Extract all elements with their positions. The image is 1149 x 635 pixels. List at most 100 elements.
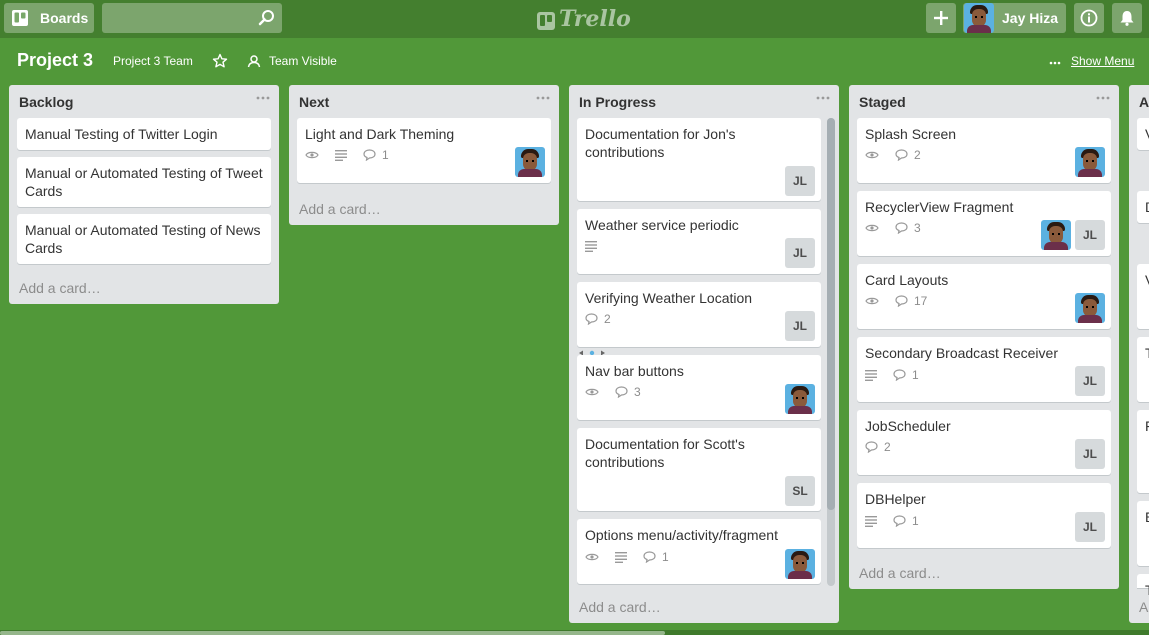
add-card-link[interactable]: Add a card… <box>859 565 941 581</box>
list-scrollbar-thumb[interactable] <box>827 118 835 510</box>
card[interactable]: RecyclerView Fragment 3 JL <box>857 191 1111 256</box>
card-title: Options menu/activity/fragment <box>585 527 778 543</box>
card-title: Manual or Automated Testing of Tweet Car… <box>25 165 263 199</box>
add-button[interactable] <box>926 3 956 33</box>
card[interactable]: Verifying Weather Location 2 JL <box>577 282 821 347</box>
comments-badge: 2 <box>585 312 611 326</box>
card[interactable]: Manual or Automated Testing of Tweet Car… <box>17 157 271 207</box>
member-initials[interactable]: SL <box>785 476 815 506</box>
list-menu-icon[interactable] <box>815 93 831 103</box>
search-box[interactable] <box>102 3 282 33</box>
card[interactable]: Splash Screen 2 <box>857 118 1111 183</box>
list-title[interactable]: Backlog <box>19 94 73 110</box>
star-icon[interactable] <box>212 53 228 69</box>
card-badges: 2 <box>865 148 931 162</box>
search-icon[interactable] <box>258 9 276 27</box>
description-badge <box>615 551 633 563</box>
member-initials[interactable]: JL <box>1075 220 1105 250</box>
card[interactable]: V <box>1137 118 1149 150</box>
boards-button[interactable]: Boards <box>4 3 94 33</box>
description-icon <box>615 552 627 563</box>
eye-icon <box>305 151 319 159</box>
comment-icon <box>893 515 906 527</box>
card[interactable]: DBHelper 1 JL <box>857 483 1111 548</box>
eye-icon <box>585 553 599 561</box>
card-title: Verifying Weather Location <box>585 290 753 306</box>
card[interactable]: T <box>1137 574 1149 598</box>
list-title[interactable]: Staged <box>859 94 906 110</box>
trello-logo[interactable]: Trello <box>537 6 631 32</box>
add-card-link[interactable]: Add a card… <box>299 201 381 217</box>
member-initials[interactable]: JL <box>785 166 815 196</box>
card-title: DBHelper <box>865 491 926 507</box>
card[interactable]: T <box>1137 337 1149 402</box>
card-title: Light and Dark Theming <box>305 126 455 142</box>
card-title: Card Layouts <box>865 272 949 288</box>
member-initials[interactable]: JL <box>1075 512 1105 542</box>
add-card-link[interactable]: A <box>1139 599 1148 615</box>
info-button[interactable] <box>1074 3 1104 33</box>
visibility-label: Team Visible <box>269 54 337 68</box>
card[interactable]: Manual or Automated Testing of News Card… <box>17 214 271 264</box>
list-menu-icon[interactable] <box>1095 93 1111 103</box>
card[interactable]: Documentation for Jon's contributions JL <box>577 118 821 201</box>
comments-badge: 1 <box>893 368 919 382</box>
member-initials[interactable]: JL <box>785 311 815 341</box>
comments-badge: 3 <box>615 385 641 399</box>
member-avatar[interactable] <box>1075 293 1105 323</box>
board-scrollbar-thumb[interactable] <box>0 631 665 635</box>
card[interactable]: D <box>1137 191 1149 223</box>
list-scrollbar[interactable] <box>827 118 835 586</box>
list-title[interactable]: A <box>1139 94 1149 110</box>
comment-icon <box>895 149 908 161</box>
board-title[interactable]: Project 3 <box>17 50 93 71</box>
card-badges: 2 <box>585 312 621 326</box>
member-initials[interactable]: JL <box>1075 366 1105 396</box>
description-badge <box>865 515 883 527</box>
card[interactable]: Options menu/activity/fragment 1 <box>577 519 821 584</box>
search-input[interactable] <box>102 3 252 33</box>
notifications-button[interactable] <box>1112 3 1142 33</box>
watch-badge <box>865 150 885 160</box>
member-initials[interactable]: JL <box>1075 439 1105 469</box>
card[interactable]: Manual Testing of Twitter Login <box>17 118 271 150</box>
card[interactable]: Nav bar buttons 3 <box>577 355 821 420</box>
visibility-button[interactable]: Team Visible <box>247 54 337 68</box>
comments-badge: 2 <box>895 148 921 162</box>
member-avatar[interactable] <box>1075 147 1105 177</box>
comment-icon <box>615 386 628 398</box>
member-avatar[interactable] <box>785 384 815 414</box>
member-initials[interactable]: JL <box>785 238 815 268</box>
list-menu-icon[interactable] <box>535 93 551 103</box>
watch-badge <box>865 223 885 233</box>
list-title[interactable]: Next <box>299 94 329 110</box>
card[interactable]: Documentation for Scott's contributions … <box>577 428 821 511</box>
eye-icon <box>865 224 879 232</box>
card[interactable]: V <box>1137 264 1149 329</box>
card[interactable]: JobScheduler 2 JL <box>857 410 1111 475</box>
member-avatar[interactable] <box>785 549 815 579</box>
card[interactable]: Weather service periodic JL <box>577 209 821 274</box>
watch-badge <box>305 150 325 160</box>
card-badges: 17 <box>865 294 937 308</box>
top-header: Boards Trello Jay Hiza <box>0 0 1149 38</box>
card[interactable]: Secondary Broadcast Receiver 1 JL <box>857 337 1111 402</box>
member-avatar[interactable] <box>515 147 545 177</box>
card[interactable]: E <box>1137 501 1149 566</box>
add-card-link[interactable]: Add a card… <box>19 280 101 296</box>
user-menu-button[interactable]: Jay Hiza <box>963 3 1066 33</box>
board-team[interactable]: Project 3 Team <box>113 54 193 68</box>
list-title[interactable]: In Progress <box>579 94 656 110</box>
more-icon <box>1049 54 1061 68</box>
list-menu-icon[interactable] <box>255 93 271 103</box>
card[interactable]: Light and Dark Theming 1 <box>297 118 551 183</box>
list-in-progress: In Progress Documentation for Jon's cont… <box>569 85 839 623</box>
card[interactable]: F <box>1137 410 1149 493</box>
show-menu-button[interactable]: Show Menu <box>1049 54 1134 68</box>
add-card-link[interactable]: Add a card… <box>579 599 661 615</box>
eye-icon <box>865 151 879 159</box>
description-icon <box>335 150 347 161</box>
card[interactable]: Card Layouts 17 <box>857 264 1111 329</box>
member-avatar[interactable] <box>1041 220 1071 250</box>
comment-icon <box>643 551 656 563</box>
